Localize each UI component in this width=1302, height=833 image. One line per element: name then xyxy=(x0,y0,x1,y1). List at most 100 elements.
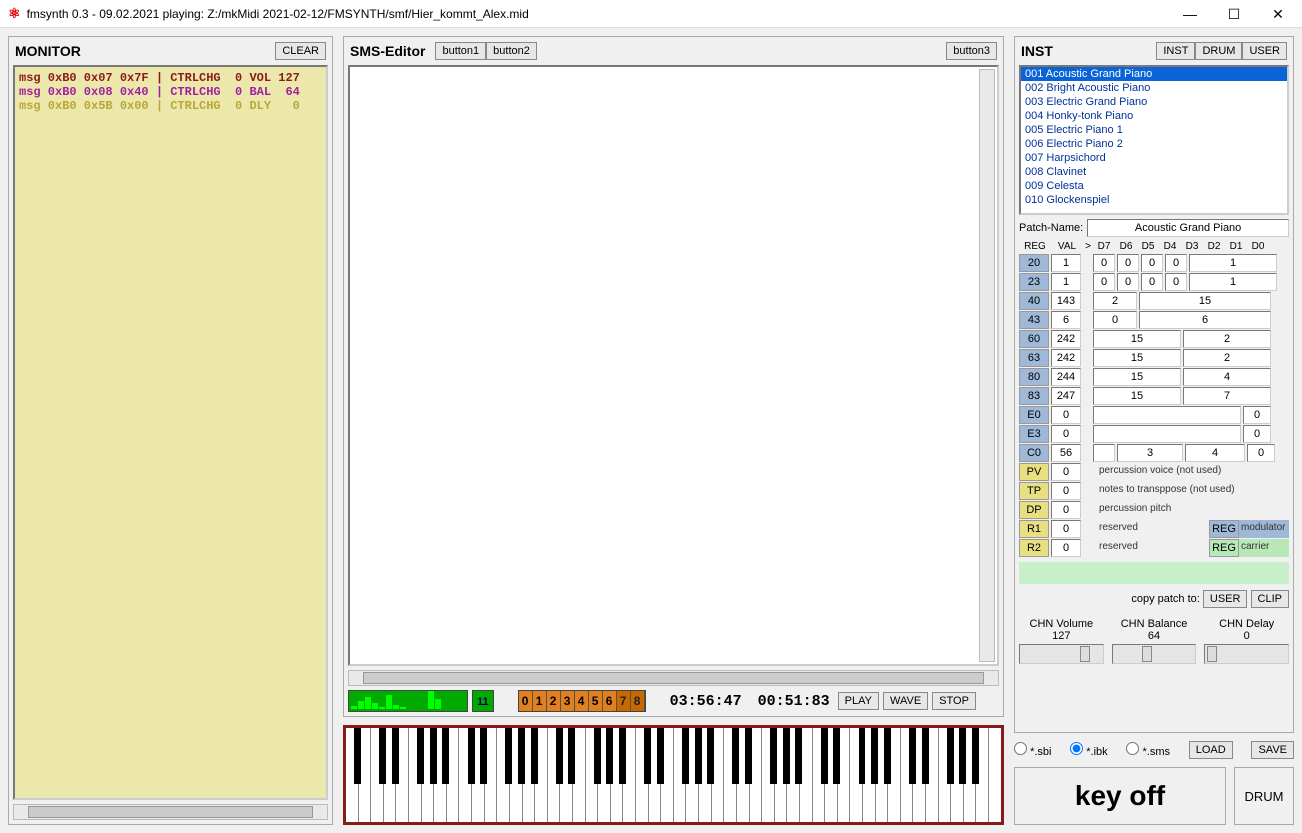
list-item[interactable]: 003 Electric Grand Piano xyxy=(1021,95,1287,109)
list-item[interactable]: 002 Bright Acoustic Piano xyxy=(1021,81,1287,95)
reg-bit[interactable]: 15 xyxy=(1093,330,1181,348)
white-key[interactable] xyxy=(548,728,561,822)
white-key[interactable] xyxy=(939,728,952,822)
reg-bit[interactable]: 2 xyxy=(1183,349,1271,367)
black-key[interactable] xyxy=(707,728,714,784)
black-key[interactable] xyxy=(859,728,866,784)
reg-bit[interactable]: 0 xyxy=(1093,254,1115,272)
white-key[interactable] xyxy=(371,728,384,822)
black-key[interactable] xyxy=(354,728,361,784)
tab-inst[interactable]: INST xyxy=(1156,42,1195,60)
clear-button[interactable]: CLEAR xyxy=(275,42,326,60)
list-item[interactable]: 007 Harpsichord xyxy=(1021,151,1287,165)
list-item[interactable]: 004 Honky-tonk Piano xyxy=(1021,109,1287,123)
reg-bit[interactable]: 4 xyxy=(1183,368,1271,386)
black-key[interactable] xyxy=(606,728,613,784)
black-key[interactable] xyxy=(732,728,739,784)
black-key[interactable] xyxy=(392,728,399,784)
black-key[interactable] xyxy=(947,728,954,784)
black-key[interactable] xyxy=(480,728,487,784)
reg-bit[interactable]: 0 xyxy=(1243,406,1271,424)
reg-bit[interactable]: 6 xyxy=(1139,311,1271,329)
white-key[interactable] xyxy=(586,728,599,822)
reg-val[interactable]: 0 xyxy=(1051,482,1081,500)
reg-bit[interactable]: 0 xyxy=(1141,254,1163,272)
black-key[interactable] xyxy=(795,728,802,784)
reg-bit[interactable]: 15 xyxy=(1093,349,1181,367)
black-key[interactable] xyxy=(379,728,386,784)
reg-val[interactable]: 0 xyxy=(1051,539,1081,557)
channel-8[interactable]: 8 xyxy=(631,691,645,711)
load-button[interactable]: LOAD xyxy=(1189,741,1233,759)
button3[interactable]: button3 xyxy=(946,42,997,60)
list-item[interactable]: 010 Glockenspiel xyxy=(1021,193,1287,207)
black-key[interactable] xyxy=(556,728,563,784)
chn-slider[interactable] xyxy=(1204,644,1289,664)
reg-val[interactable]: 1 xyxy=(1051,254,1081,272)
reg-val[interactable]: 242 xyxy=(1051,330,1081,348)
list-item[interactable]: 009 Celesta xyxy=(1021,179,1287,193)
reg-val[interactable]: 143 xyxy=(1051,292,1081,310)
channel-5[interactable]: 5 xyxy=(589,691,603,711)
reg-val[interactable]: 0 xyxy=(1051,406,1081,424)
reg-val[interactable]: 1 xyxy=(1051,273,1081,291)
black-key[interactable] xyxy=(959,728,966,784)
black-key[interactable] xyxy=(505,728,512,784)
black-key[interactable] xyxy=(871,728,878,784)
channel-4[interactable]: 4 xyxy=(575,691,589,711)
white-key[interactable] xyxy=(674,728,687,822)
maximize-button[interactable]: ☐ xyxy=(1212,1,1256,27)
tab-user[interactable]: USER xyxy=(1242,42,1287,60)
reg-bit[interactable] xyxy=(1093,444,1115,462)
reg-bit[interactable] xyxy=(1093,406,1241,424)
white-key[interactable] xyxy=(346,728,359,822)
drum-button[interactable]: DRUM xyxy=(1234,767,1294,825)
channel-6[interactable]: 6 xyxy=(603,691,617,711)
black-key[interactable] xyxy=(644,728,651,784)
white-key[interactable] xyxy=(724,728,737,822)
button2[interactable]: button2 xyxy=(486,42,537,60)
editor-scroll-h[interactable] xyxy=(348,670,999,686)
reg-bit[interactable]: 0 xyxy=(1243,425,1271,443)
list-item[interactable]: 001 Acoustic Grand Piano xyxy=(1021,67,1287,81)
play-button[interactable]: PLAY xyxy=(838,692,879,710)
black-key[interactable] xyxy=(430,728,437,784)
black-key[interactable] xyxy=(531,728,538,784)
channel-2[interactable]: 2 xyxy=(547,691,561,711)
radio-sbi[interactable]: *.sbi xyxy=(1014,742,1051,758)
white-key[interactable] xyxy=(813,728,826,822)
reg-val[interactable]: 0 xyxy=(1051,463,1081,481)
reg-val[interactable]: 242 xyxy=(1051,349,1081,367)
reg-bit[interactable]: 0 xyxy=(1165,273,1187,291)
black-key[interactable] xyxy=(468,728,475,784)
black-key[interactable] xyxy=(568,728,575,784)
reg-val[interactable]: 6 xyxy=(1051,311,1081,329)
button1[interactable]: button1 xyxy=(435,42,486,60)
reg-val[interactable]: 0 xyxy=(1051,425,1081,443)
editor-scroll-v[interactable] xyxy=(979,69,995,662)
white-key[interactable] xyxy=(636,728,649,822)
black-key[interactable] xyxy=(518,728,525,784)
reg-bit[interactable]: 2 xyxy=(1093,292,1137,310)
monitor-scroll-h[interactable] xyxy=(13,804,328,820)
copy-user-button[interactable]: USER xyxy=(1203,590,1248,608)
radio-sms[interactable]: *.sms xyxy=(1126,742,1170,758)
channel-0[interactable]: 0 xyxy=(519,691,533,711)
reg-bit[interactable]: 1 xyxy=(1189,273,1277,291)
list-item[interactable]: 005 Electric Piano 1 xyxy=(1021,123,1287,137)
black-key[interactable] xyxy=(417,728,424,784)
black-key[interactable] xyxy=(745,728,752,784)
reg-bit[interactable]: 15 xyxy=(1139,292,1271,310)
radio-ibk[interactable]: *.ibk xyxy=(1070,742,1107,758)
black-key[interactable] xyxy=(833,728,840,784)
reg-bit[interactable]: 0 xyxy=(1093,273,1115,291)
reg-val[interactable]: 56 xyxy=(1051,444,1081,462)
chn-slider[interactable] xyxy=(1112,644,1197,664)
black-key[interactable] xyxy=(783,728,790,784)
reg-val[interactable]: 0 xyxy=(1051,501,1081,519)
reg-bit[interactable]: 0 xyxy=(1165,254,1187,272)
piano-keyboard[interactable] xyxy=(343,725,1004,825)
black-key[interactable] xyxy=(770,728,777,784)
reg-bit[interactable]: 15 xyxy=(1093,387,1181,405)
minimize-button[interactable]: — xyxy=(1168,1,1212,27)
